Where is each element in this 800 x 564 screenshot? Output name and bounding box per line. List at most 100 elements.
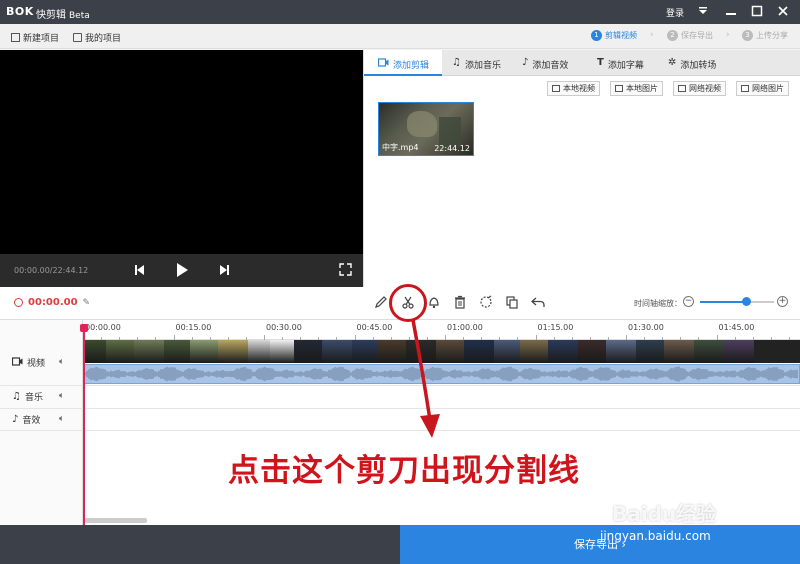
video-preview[interactable]: [0, 50, 363, 254]
ruler-tick-label: 00:45.00: [356, 323, 393, 332]
play-icon[interactable]: [176, 262, 189, 281]
playhead-handle[interactable]: [80, 324, 88, 332]
local-image-button[interactable]: 本地图片: [610, 81, 663, 96]
edit-time-icon[interactable]: ✎: [83, 298, 91, 308]
video-file-icon: [678, 85, 686, 92]
clip-filename: 中字.mp4: [382, 143, 419, 152]
thumbnail-figure: [439, 117, 461, 147]
title-bar: BOK 快剪辑 Beta 登录: [0, 0, 800, 24]
source-button-label: 本地视频: [563, 84, 595, 93]
skip-back-icon[interactable]: [134, 264, 145, 279]
track-divider: [0, 408, 800, 409]
step-number: 1: [591, 30, 602, 41]
copy-icon[interactable]: [504, 295, 520, 311]
plus-box-icon: [11, 33, 20, 42]
close-icon[interactable]: [776, 4, 790, 18]
tab-add-clip[interactable]: 添加剪辑: [364, 50, 442, 76]
speaker-icon[interactable]: 🔈︎: [59, 357, 64, 367]
web-video-button[interactable]: 网络视频: [673, 81, 726, 96]
step-upload-share[interactable]: 3 上传分享: [742, 30, 788, 41]
step-save-export[interactable]: 2 保存导出: [667, 30, 713, 41]
zoom-in-button[interactable]: +: [777, 296, 788, 307]
video-frame: [218, 340, 248, 363]
video-frame: [548, 340, 578, 363]
local-video-button[interactable]: 本地视频: [547, 81, 600, 96]
tab-label: 添加音乐: [464, 61, 501, 71]
login-link[interactable]: 登录: [666, 6, 684, 19]
my-projects-button[interactable]: 我的项目: [73, 31, 121, 44]
playhead[interactable]: [83, 326, 85, 525]
video-frame: [134, 340, 164, 363]
source-button-label: 网络视频: [689, 84, 721, 93]
sound-effect-icon: ♪: [522, 57, 529, 68]
ruler-tick-label: 00:00.00: [85, 323, 121, 332]
video-frame: [270, 340, 294, 363]
step-edit-video[interactable]: 1 剪辑视频: [591, 30, 637, 41]
minimize-icon[interactable]: [724, 4, 738, 18]
video-frame: [724, 340, 754, 363]
maximize-icon[interactable]: [750, 4, 764, 18]
zoom-out-button[interactable]: −: [683, 296, 694, 307]
music-note-icon: ♫: [12, 391, 21, 402]
new-project-button[interactable]: 新建项目: [11, 31, 59, 44]
crop-icon[interactable]: [478, 295, 494, 311]
track-divider: [0, 430, 800, 431]
video-frame: [322, 340, 352, 363]
tab-add-subtitle[interactable]: T 添加字幕: [595, 50, 665, 76]
baidu-watermark: Baidu经验: [612, 502, 717, 526]
video-frame: [248, 340, 270, 363]
step-label: 剪辑视频: [605, 31, 637, 40]
transition-icon: ✲: [668, 57, 677, 68]
media-panel: 添加剪辑 ♫ 添加音乐 ♪ 添加音效 T 添加字幕 ✲ 添加转场 本地视频 本地…: [363, 50, 800, 287]
horizontal-scrollbar[interactable]: [85, 518, 147, 523]
video-frame: [164, 340, 190, 363]
speaker-icon[interactable]: 🔈︎: [59, 391, 64, 401]
timeline[interactable]: 00:00.00 00:15.00 00:30.00 00:45.00 01:00.00…: [0, 320, 800, 525]
zoom-slider-handle[interactable]: [741, 297, 751, 306]
current-time: 00:00.00 ✎: [14, 297, 90, 308]
media-tabs: 添加剪辑 ♫ 添加音乐 ♪ 添加音效 T 添加字幕 ✲ 添加转场: [364, 50, 800, 76]
baidu-watermark-url: jingyan.baidu.com: [600, 529, 711, 543]
track-divider: [0, 385, 800, 386]
tab-add-music[interactable]: ♫ 添加音乐: [448, 50, 518, 76]
ruler-tick-label: 00:30.00: [266, 323, 302, 332]
skip-forward-icon[interactable]: [219, 264, 230, 279]
undo-icon[interactable]: [530, 295, 546, 311]
thumbnail-figure: [407, 111, 437, 137]
text-icon: T: [597, 57, 604, 68]
step-label: 保存导出: [681, 31, 713, 40]
video-camera-icon: [11, 356, 23, 369]
project-toolbar: 新建项目 我的项目 1 剪辑视频 › 2 保存导出 › 3 上传分享: [0, 24, 800, 49]
video-frame: [190, 340, 218, 363]
video-frame: [294, 340, 322, 363]
app-name: 快剪辑: [36, 10, 66, 21]
ruler-tick-label: 01:15.00: [537, 323, 574, 332]
tab-add-sound-effect[interactable]: ♪ 添加音效: [520, 50, 590, 76]
step-label: 上传分享: [756, 31, 788, 40]
tab-label: 添加音效: [532, 61, 569, 71]
clock-icon: [14, 298, 23, 307]
my-projects-label: 我的项目: [85, 34, 122, 44]
video-frame: [606, 340, 636, 363]
image-file-icon: [741, 85, 749, 92]
track-name: 视频: [27, 359, 46, 369]
folder-icon: [73, 33, 82, 42]
player-timecode: 00:00.00/22:44.12: [14, 266, 89, 275]
dropdown-triangle-icon[interactable]: [696, 4, 710, 18]
clip-thumbnail[interactable]: 中字.mp4 22:44.12: [378, 102, 474, 156]
new-project-label: 新建项目: [23, 34, 60, 44]
bell-icon[interactable]: [426, 295, 442, 311]
player-controls: 00:00.00/22:44.12: [0, 254, 363, 287]
tab-add-transition[interactable]: ✲ 添加转场: [666, 50, 744, 76]
speaker-icon[interactable]: 🔈︎: [59, 414, 64, 424]
tab-label: 添加字幕: [607, 61, 644, 71]
video-frame: [636, 340, 664, 363]
fullscreen-icon[interactable]: [339, 263, 352, 279]
ruler-tick-label: 00:15.00: [175, 323, 212, 332]
trash-icon[interactable]: [452, 295, 468, 311]
video-frame: [84, 340, 106, 363]
chevron-right-icon: ›: [650, 30, 654, 40]
beta-label: Beta: [69, 11, 90, 21]
pencil-icon[interactable]: [373, 295, 389, 311]
web-image-button[interactable]: 网络图片: [736, 81, 789, 96]
